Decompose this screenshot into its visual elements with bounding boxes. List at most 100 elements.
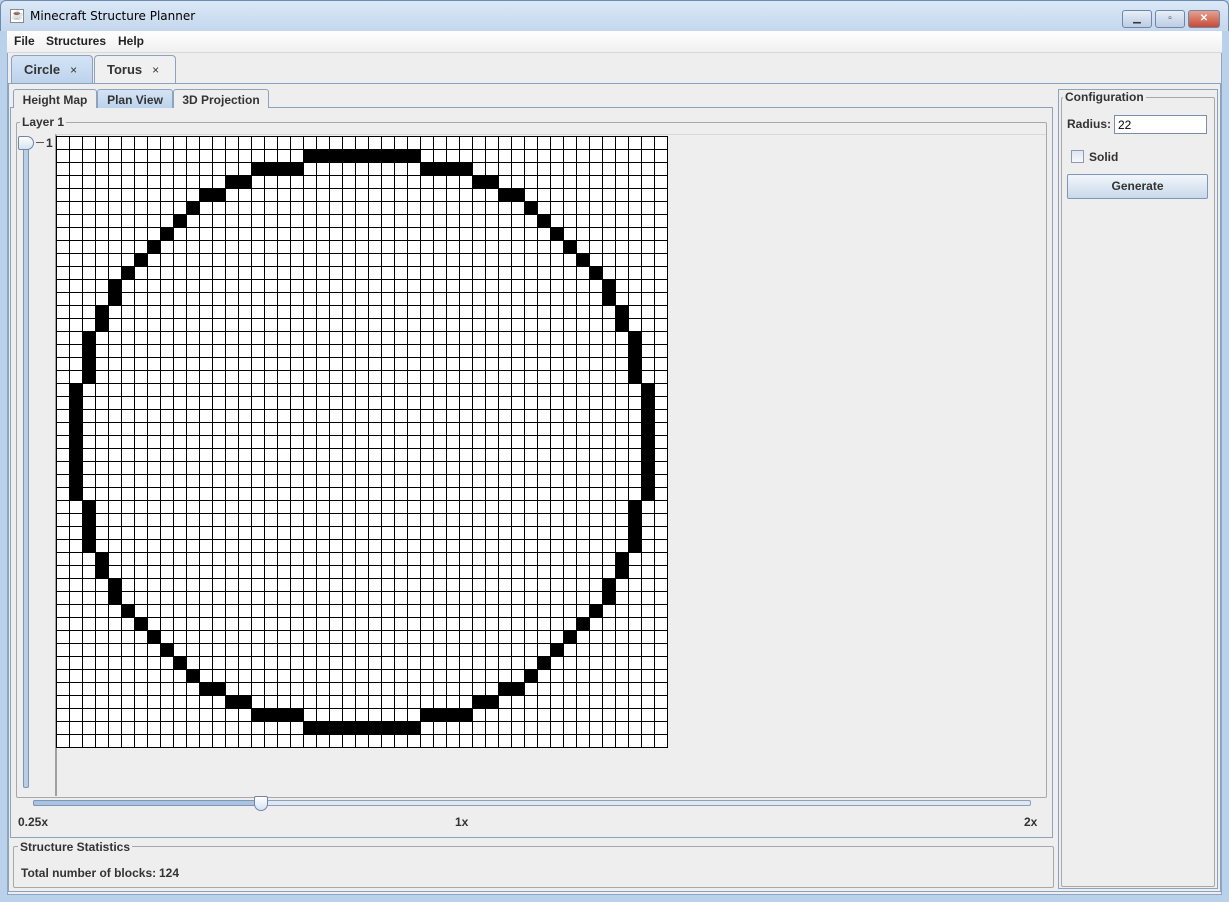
empty-cell[interactable]	[290, 721, 304, 735]
block-cell[interactable]	[69, 487, 83, 501]
empty-cell[interactable]	[524, 539, 538, 553]
empty-cell[interactable]	[56, 344, 70, 358]
empty-cell[interactable]	[524, 708, 538, 722]
empty-cell[interactable]	[628, 435, 642, 449]
empty-cell[interactable]	[368, 435, 382, 449]
empty-cell[interactable]	[95, 669, 109, 683]
empty-cell[interactable]	[472, 656, 486, 670]
empty-cell[interactable]	[173, 201, 187, 215]
empty-cell[interactable]	[303, 682, 317, 696]
empty-cell[interactable]	[134, 604, 148, 618]
empty-cell[interactable]	[82, 422, 96, 436]
empty-cell[interactable]	[381, 383, 395, 397]
empty-cell[interactable]	[82, 682, 96, 696]
empty-cell[interactable]	[576, 292, 590, 306]
empty-cell[interactable]	[251, 669, 265, 683]
empty-cell[interactable]	[108, 695, 122, 709]
empty-cell[interactable]	[576, 344, 590, 358]
empty-cell[interactable]	[147, 578, 161, 592]
empty-cell[interactable]	[615, 435, 629, 449]
empty-cell[interactable]	[459, 279, 473, 293]
empty-cell[interactable]	[264, 240, 278, 254]
empty-cell[interactable]	[225, 227, 239, 241]
empty-cell[interactable]	[69, 526, 83, 540]
empty-cell[interactable]	[485, 318, 499, 332]
empty-cell[interactable]	[82, 136, 96, 150]
empty-cell[interactable]	[199, 669, 213, 683]
empty-cell[interactable]	[186, 357, 200, 371]
empty-cell[interactable]	[173, 149, 187, 163]
empty-cell[interactable]	[524, 695, 538, 709]
empty-cell[interactable]	[134, 461, 148, 475]
empty-cell[interactable]	[550, 734, 564, 748]
empty-cell[interactable]	[238, 266, 252, 280]
empty-cell[interactable]	[576, 227, 590, 241]
empty-cell[interactable]	[628, 656, 642, 670]
empty-cell[interactable]	[238, 721, 252, 735]
empty-cell[interactable]	[498, 500, 512, 514]
empty-cell[interactable]	[394, 240, 408, 254]
empty-cell[interactable]	[69, 695, 83, 709]
empty-cell[interactable]	[264, 344, 278, 358]
empty-cell[interactable]	[498, 279, 512, 293]
empty-cell[interactable]	[95, 474, 109, 488]
empty-cell[interactable]	[147, 435, 161, 449]
empty-cell[interactable]	[433, 266, 447, 280]
empty-cell[interactable]	[290, 526, 304, 540]
empty-cell[interactable]	[355, 461, 369, 475]
empty-cell[interactable]	[537, 565, 551, 579]
empty-cell[interactable]	[537, 526, 551, 540]
block-cell[interactable]	[420, 162, 434, 176]
empty-cell[interactable]	[381, 370, 395, 384]
empty-cell[interactable]	[459, 201, 473, 215]
empty-cell[interactable]	[290, 513, 304, 527]
empty-cell[interactable]	[238, 396, 252, 410]
empty-cell[interactable]	[511, 708, 525, 722]
empty-cell[interactable]	[316, 656, 330, 670]
empty-cell[interactable]	[498, 266, 512, 280]
empty-cell[interactable]	[498, 253, 512, 267]
empty-cell[interactable]	[433, 227, 447, 241]
empty-cell[interactable]	[264, 552, 278, 566]
empty-cell[interactable]	[160, 149, 174, 163]
empty-cell[interactable]	[121, 331, 135, 345]
empty-cell[interactable]	[433, 617, 447, 631]
empty-cell[interactable]	[485, 383, 499, 397]
empty-cell[interactable]	[615, 383, 629, 397]
empty-cell[interactable]	[56, 448, 70, 462]
block-cell[interactable]	[303, 149, 317, 163]
empty-cell[interactable]	[563, 344, 577, 358]
empty-cell[interactable]	[82, 604, 96, 618]
empty-cell[interactable]	[602, 448, 616, 462]
empty-cell[interactable]	[303, 591, 317, 605]
empty-cell[interactable]	[615, 721, 629, 735]
empty-cell[interactable]	[381, 357, 395, 371]
empty-cell[interactable]	[485, 396, 499, 410]
empty-cell[interactable]	[381, 656, 395, 670]
empty-cell[interactable]	[511, 227, 525, 241]
empty-cell[interactable]	[173, 552, 187, 566]
empty-cell[interactable]	[602, 331, 616, 345]
empty-cell[interactable]	[381, 500, 395, 514]
empty-cell[interactable]	[69, 279, 83, 293]
empty-cell[interactable]	[589, 630, 603, 644]
empty-cell[interactable]	[446, 383, 460, 397]
empty-cell[interactable]	[524, 435, 538, 449]
block-cell[interactable]	[225, 175, 239, 189]
empty-cell[interactable]	[550, 162, 564, 176]
empty-cell[interactable]	[186, 344, 200, 358]
block-cell[interactable]	[160, 227, 174, 241]
empty-cell[interactable]	[108, 201, 122, 215]
empty-cell[interactable]	[329, 500, 343, 514]
empty-cell[interactable]	[160, 279, 174, 293]
empty-cell[interactable]	[628, 552, 642, 566]
empty-cell[interactable]	[511, 344, 525, 358]
empty-cell[interactable]	[368, 734, 382, 748]
layer-slider-thumb[interactable]	[18, 136, 34, 150]
empty-cell[interactable]	[394, 656, 408, 670]
empty-cell[interactable]	[615, 175, 629, 189]
empty-cell[interactable]	[121, 409, 135, 423]
empty-cell[interactable]	[641, 266, 655, 280]
empty-cell[interactable]	[433, 409, 447, 423]
empty-cell[interactable]	[355, 188, 369, 202]
